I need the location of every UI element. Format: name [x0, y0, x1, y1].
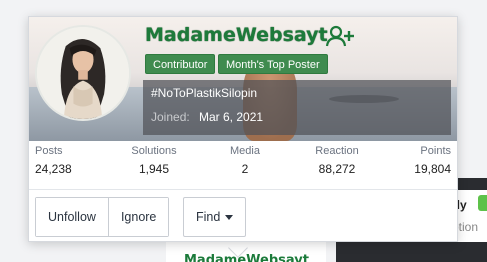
user-stats: Posts 24,238 Solutions 1,945 Media 2 Rea… — [29, 145, 457, 185]
background-username[interactable]: MadameWebsayt — [184, 253, 309, 262]
stat-label: Solutions — [131, 145, 177, 157]
stats-divider — [29, 189, 457, 190]
profile-banner: MadameWebsayt Contributor Month's Top Po… — [29, 17, 457, 141]
stat-solutions: Solutions 1,945 — [123, 145, 185, 176]
avatar[interactable] — [35, 25, 131, 121]
contributor-badge: Contributor — [145, 54, 216, 74]
stat-value[interactable]: 24,238 — [35, 162, 95, 176]
stat-points[interactable]: Points 19,804 — [401, 145, 451, 176]
joined-date: Mar 6, 2021 — [199, 110, 264, 124]
stat-value[interactable]: 19,804 — [401, 162, 451, 176]
user-signature: #NoToPlastikSilopin — [151, 86, 258, 100]
stat-label: Points — [420, 145, 451, 157]
unfollow-button[interactable]: Unfollow — [36, 198, 108, 236]
stat-label: Media — [230, 145, 260, 157]
follow-ignore-group: Unfollow Ignore — [35, 197, 170, 237]
stat-label: Reaction — [315, 145, 359, 157]
caret-down-icon — [225, 215, 234, 221]
find-label: Find — [196, 210, 221, 224]
stat-value[interactable]: 2 — [219, 162, 271, 176]
stat-media[interactable]: Media 2 — [219, 145, 271, 176]
find-button[interactable]: Find — [183, 197, 247, 237]
username-link[interactable]: MadameWebsayt — [145, 24, 328, 46]
background-green-badge — [478, 195, 487, 211]
stat-value: 88,272 — [318, 162, 356, 176]
stat-posts[interactable]: Posts 24,238 — [35, 145, 95, 176]
stat-reaction: Reaction 88,272 — [299, 145, 375, 176]
ignore-button[interactable]: Ignore — [107, 198, 169, 236]
user-plus-icon[interactable] — [325, 25, 355, 47]
joined-label: Joined: — [151, 110, 190, 124]
top-poster-badge: Month's Top Poster — [218, 54, 328, 74]
stat-value: 1,945 — [138, 162, 170, 176]
stat-label: Posts — [35, 145, 63, 157]
member-tooltip-popup: MadameWebsayt Contributor Month's Top Po… — [28, 16, 458, 242]
